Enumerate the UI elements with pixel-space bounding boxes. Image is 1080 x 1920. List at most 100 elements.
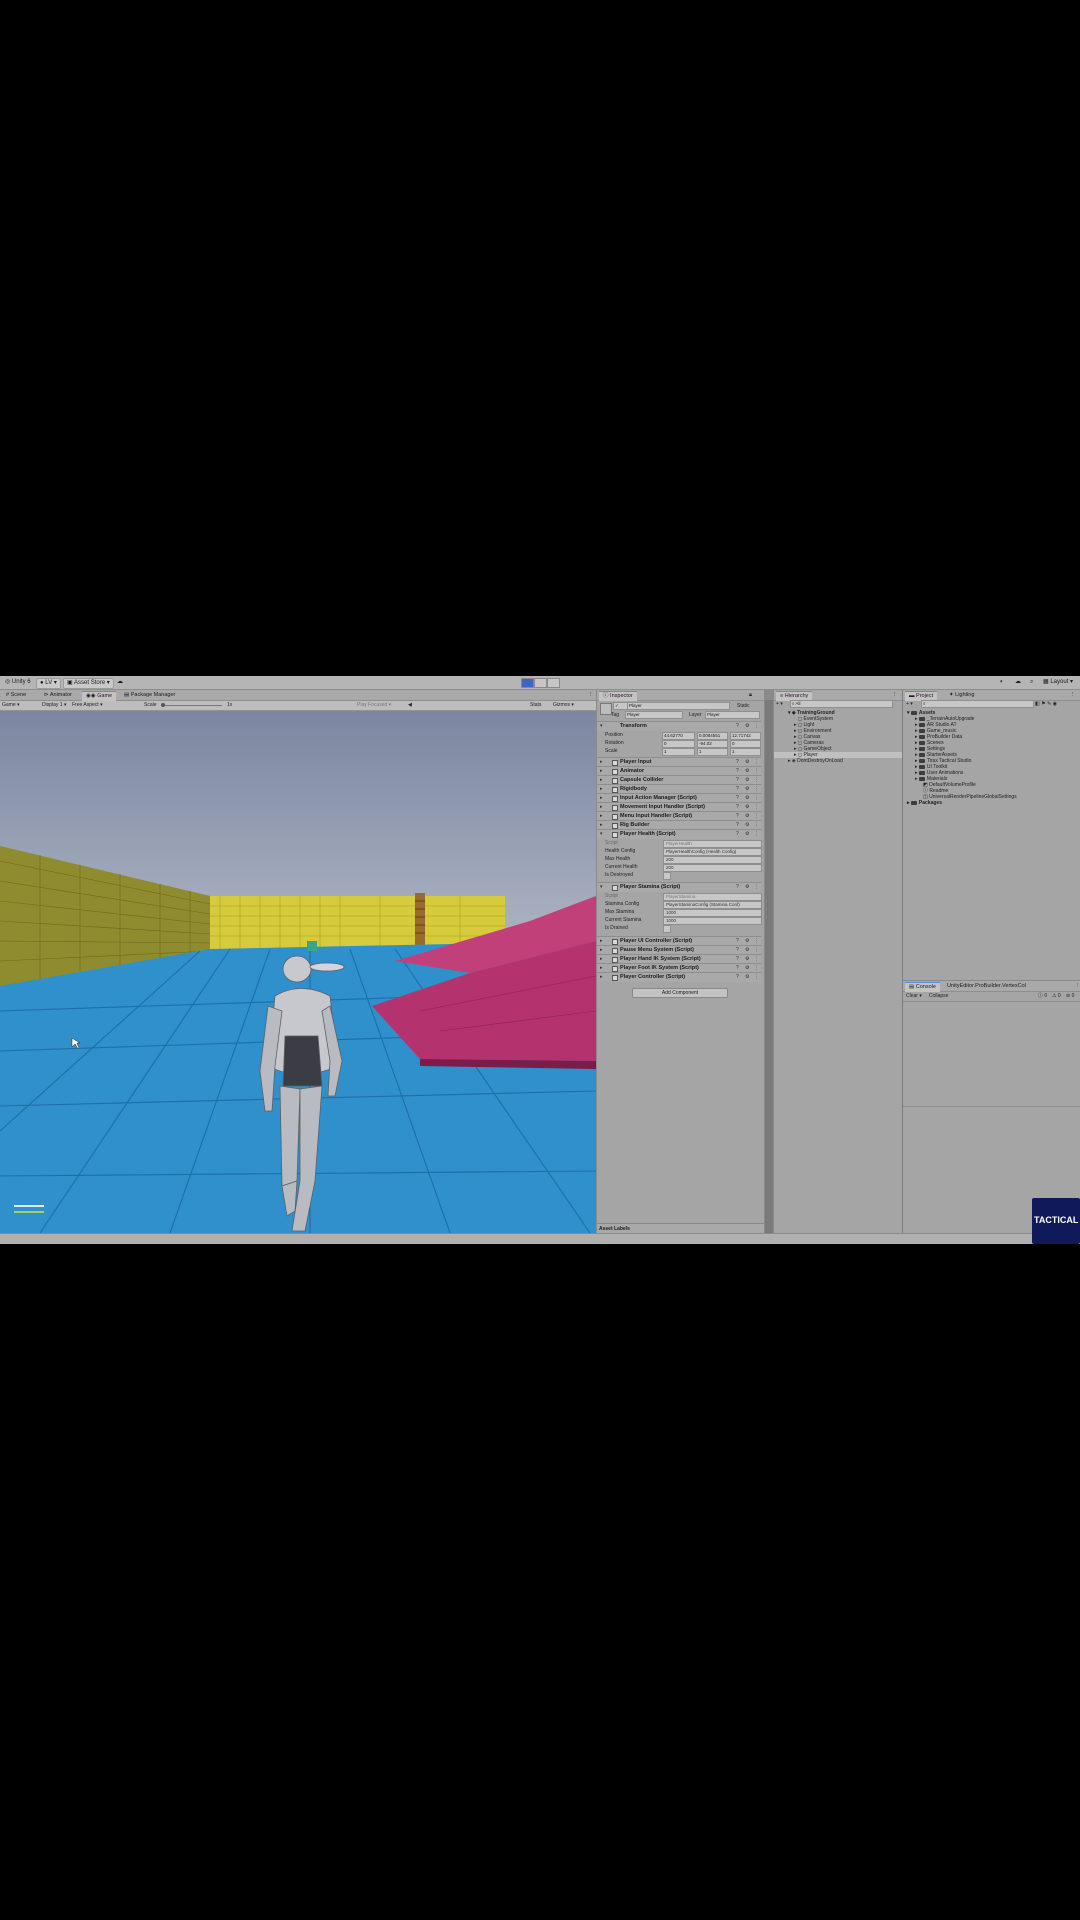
animator-icon: ⊳ [44,692,49,698]
cloud-icon[interactable]: ☁ [114,678,126,687]
console-menu-icon[interactable]: ⋮ [1071,982,1080,991]
account-icon: ● [40,680,44,686]
mute-audio-icon[interactable]: ◀ [408,702,412,709]
active-checkbox[interactable]: ✓ [613,702,628,710]
project-add-button[interactable]: + ▾ [906,701,913,708]
project-search-input[interactable]: ⌕ [921,700,1034,708]
unity-menu[interactable]: ◎ Unity 6 [2,678,34,687]
current-health-row: Current Health 200 [597,863,762,872]
expand-arrow-icon: ▾ [600,723,603,729]
search-icon[interactable]: ⌕ [1027,678,1036,687]
is-destroyed-checkbox[interactable] [663,872,671,880]
component-player-health[interactable]: ▾ Player Health (Script)? ⚙ ⋮ [597,829,761,839]
tab-scene[interactable]: # Scene [2,691,30,700]
project-panel: ▬ Project ✦ Lighting ⋮ + ▾ ⌕ ◧ ⚑ ✎ ◉ ▾ A… [903,690,1080,980]
lock-icon[interactable]: 🔒︎ [745,691,756,700]
console-icon: ▤ [909,984,915,990]
packages-root[interactable]: ▸ Packages [907,800,942,807]
add-component-button[interactable]: Add Component [632,988,728,998]
step-button[interactable] [547,678,560,688]
watermark-text: TACTICAL [1034,1215,1079,1225]
scale-value: 1x [227,702,233,708]
clear-dropdown[interactable]: Clear ▾ [906,993,922,1000]
scale-slider[interactable] [162,705,222,706]
tab-inspector[interactable]: ⓘ Inspector [599,691,637,701]
pause-button[interactable] [534,678,547,688]
object-name-field[interactable]: Player [627,702,730,710]
unity-editor-screenshot: ◎ Unity 6 ● LV ▾ ▣ Asset Store ▾ ☁ ◐ ☁ ⌕… [0,676,1080,1244]
hierarchy-icon: ≡ [780,693,784,699]
package-icon: ▤ [124,692,130,698]
scale-y[interactable]: 1 [697,748,728,756]
status-bar [0,1233,1080,1244]
tab-lighting[interactable]: ✦ Lighting [945,691,978,700]
stamina-script-row: Script PlayerStamina [597,892,762,901]
is-drained-checkbox[interactable] [663,925,671,933]
play-button[interactable] [521,678,534,688]
static-toggle[interactable]: Static [737,703,750,710]
game-icon: ◉◉ [86,693,96,699]
stats-toggle[interactable]: Stats [530,702,541,709]
collapse-toggle[interactable]: Collapse [929,993,948,1000]
play-focused-dropdown[interactable]: Play Focused ▾ [357,702,391,709]
console-detail-divider[interactable] [903,1106,1080,1107]
transform-header[interactable]: ▾ Transform ? ⚙ ⋮ [597,721,761,731]
layer-dropdown[interactable]: Player [705,711,760,719]
light-icon: ✦ [949,692,954,698]
hierarchy-panel: ≡ Hierarchy ⋮ + ▾ ⌕ All ▾ ◈ TrainingGrou… [774,690,902,1233]
project-menu-icon[interactable]: ⋮ [1066,691,1080,700]
hierarchy-menu-icon[interactable]: ⋮ [888,691,902,700]
max-stamina-row: Max Stamina 1000 [597,908,762,917]
hierarchy-search-input[interactable]: ⌕ All [790,700,893,708]
scale-slider-handle[interactable] [161,703,165,707]
is-destroyed-row: Is Destroyed [597,871,761,880]
is-drained-row: Is Drained [597,924,761,933]
more-icon[interactable]: ⋮ [584,691,598,700]
filter-icons[interactable]: ◧ ⚑ ✎ ◉ [1035,701,1057,708]
tab-game[interactable]: ◉◉ Game [82,691,117,701]
tab-vertexcol[interactable]: UnityEditor.ProBuilder.VertexCol [943,982,1030,991]
tab-console[interactable]: ▤ Console [905,982,940,992]
health-bar [14,1205,44,1207]
tab-package-manager[interactable]: ▤ Package Manager [120,691,179,700]
scale-label: Scale [144,702,157,708]
display-dropdown[interactable]: Display 1 ▾ [42,702,66,709]
aspect-dropdown[interactable]: Free Aspect ▾ [72,702,103,709]
services-icon[interactable]: ☁ [1012,678,1024,687]
inspector-scrollbar[interactable] [765,700,773,1233]
scale-x[interactable]: 1 [662,748,695,756]
game-view-toolbar: Game ▾ Display 1 ▾ Free Aspect ▾ Scale 1… [0,701,596,711]
log-count[interactable]: ⓘ 0 [1038,993,1047,1000]
game-mode-dropdown[interactable]: Game ▾ [2,702,20,709]
component-player-controller[interactable]: ▸ Player Controller (Script)? ⚙ ⋮ [597,972,761,982]
layout-icon: ▦ [1043,679,1049,685]
scene-icon: # [6,692,10,698]
info-icon: ⓘ [603,693,609,699]
unity-version-label: Unity 6 [11,679,31,685]
settings-icon[interactable]: ⚙ [745,722,749,731]
component-player-stamina[interactable]: ▾ Player Stamina (Script)? ⚙ ⋮ [597,882,761,892]
gizmos-dropdown[interactable]: Gizmos ▾ [553,702,574,709]
game-viewport[interactable] [0,711,596,1233]
hierarchy-add-button[interactable]: + ▾ [776,701,783,708]
game-scene-render [0,711,596,1233]
unity-logo-icon: ◎ [5,679,11,685]
asset-store-button[interactable]: ▣ Asset Store ▾ [63,678,114,689]
tag-label: Tag [611,712,620,718]
error-count[interactable]: ⊘ 0 [1066,993,1074,1000]
store-icon: ▣ [67,680,73,686]
scale-z[interactable]: 1 [730,748,761,756]
account-button[interactable]: ● LV ▾ [36,678,61,689]
inspector-panel: ⓘ Inspector 🔒︎ ✓ Player Static Tag Playe… [597,690,764,1234]
tag-dropdown[interactable]: Player [625,711,683,719]
layout-dropdown[interactable]: ▦ Layout ▾ [1040,678,1076,687]
help-icon[interactable]: ? [736,722,739,731]
menu-icon[interactable]: ⋮ [754,722,759,731]
hierarchy-dontdestroy-root[interactable]: ▸ ◈ DontDestroyOnLoad [788,758,843,764]
current-stamina-row: Current Stamina 1000 [597,916,762,925]
main-toolbar: ◎ Unity 6 ● LV ▾ ▣ Asset Store ▾ ☁ ◐ ☁ ⌕… [0,676,1080,690]
collab-icon[interactable]: ◐ [997,678,1007,687]
tab-animator[interactable]: ⊳ Animator [40,691,76,700]
position-row: Position 44.62770 0.0084551 12.71742 [597,731,761,740]
warning-count[interactable]: ⚠ 0 [1052,993,1061,1000]
